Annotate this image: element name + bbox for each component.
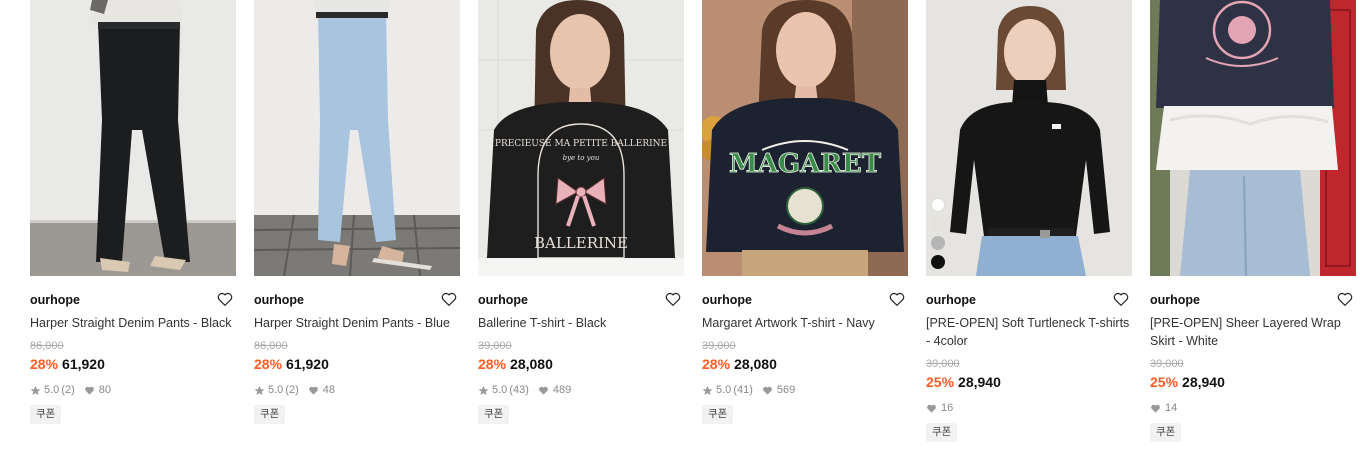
- heart-filled-icon: [1151, 404, 1160, 413]
- swatch-gray[interactable]: [931, 236, 945, 250]
- product-image[interactable]: MAGARET: [702, 0, 908, 276]
- coupon-badge: 쿠폰: [702, 405, 734, 424]
- review-count: (43): [509, 384, 529, 396]
- sale-price: 28,080: [510, 356, 553, 372]
- heart-outline-icon[interactable]: [664, 290, 682, 308]
- product-name[interactable]: Ballerine T-shirt - Black: [478, 314, 684, 332]
- discount-rate: 25%: [1150, 374, 1179, 390]
- sale-price: 28,940: [1182, 374, 1225, 390]
- product-image[interactable]: [30, 0, 236, 276]
- star-icon: [30, 385, 41, 395]
- heart-outline-icon[interactable]: [440, 290, 458, 308]
- original-price: 39,000: [1150, 358, 1184, 370]
- discount-rate: 28%: [702, 356, 731, 372]
- product-stats: 5.0 (2) 80: [30, 383, 236, 397]
- rating: 5.0: [268, 384, 284, 396]
- discount-rate: 28%: [30, 356, 59, 372]
- star-icon: [478, 385, 489, 395]
- coupon-badge: 쿠폰: [30, 405, 62, 424]
- product-name[interactable]: Harper Straight Denim Pants - Black: [30, 314, 236, 332]
- product-card[interactable]: PRECIEUSE MA PETITE BALLERINE bye to you…: [478, 0, 684, 424]
- product-image[interactable]: [254, 0, 460, 276]
- product-card[interactable]: ourhope [PRE-OPEN] Soft Turtleneck T-shi…: [926, 0, 1132, 442]
- brand-name[interactable]: ourhope: [254, 293, 304, 307]
- product-image[interactable]: PRECIEUSE MA PETITE BALLERINE bye to you…: [478, 0, 684, 276]
- like-count: 16: [941, 402, 954, 414]
- discount-rate: 28%: [254, 356, 283, 372]
- price-row: 28% 28,080: [702, 355, 908, 373]
- product-stats: 14: [1150, 401, 1356, 415]
- product-name[interactable]: Harper Straight Denim Pants - Blue: [254, 314, 460, 332]
- original-price: 39,000: [478, 340, 512, 352]
- product-image[interactable]: [926, 0, 1132, 276]
- original-price: 39,000: [926, 358, 960, 370]
- original-price: 86,000: [254, 340, 288, 352]
- price-row: 25% 28,940: [1150, 373, 1356, 391]
- sale-price: 61,920: [286, 356, 329, 372]
- brand-name[interactable]: ourhope: [478, 293, 528, 307]
- product-name[interactable]: Margaret Artwork T-shirt - Navy: [702, 314, 908, 332]
- sale-price: 28,940: [958, 374, 1001, 390]
- rating: 5.0: [492, 384, 508, 396]
- product-name[interactable]: [PRE-OPEN] Soft Turtleneck T-shirts - 4c…: [926, 314, 1132, 350]
- original-price: 86,000: [30, 340, 64, 352]
- star-icon: [254, 385, 265, 395]
- coupon-badge: 쿠폰: [478, 405, 510, 424]
- heart-filled-icon: [538, 386, 548, 395]
- product-card[interactable]: ourhope Harper Straight Denim Pants - Bl…: [254, 0, 460, 424]
- swatch-black[interactable]: [931, 255, 945, 269]
- heart-outline-icon[interactable]: [888, 290, 906, 308]
- price-row: 28% 61,920: [30, 355, 236, 373]
- coupon-badge: 쿠폰: [1150, 423, 1182, 442]
- brand-name[interactable]: ourhope: [1150, 293, 1200, 307]
- product-stats: 5.0 (41) 569: [702, 383, 908, 397]
- product-card[interactable]: ourhope [PRE-OPEN] Sheer Layered Wrap Sk…: [1150, 0, 1356, 442]
- review-count: (2): [61, 384, 75, 396]
- heart-filled-icon: [762, 386, 772, 395]
- coupon-badge: 쿠폰: [926, 423, 958, 442]
- like-count: 48: [322, 384, 335, 396]
- product-name[interactable]: [PRE-OPEN] Sheer Layered Wrap Skirt - Wh…: [1150, 314, 1356, 350]
- print-bottom-text: BALLERINE: [534, 234, 628, 252]
- sale-price: 61,920: [62, 356, 105, 372]
- heart-outline-icon[interactable]: [1112, 290, 1130, 308]
- product-stats: 16: [926, 401, 1132, 415]
- discount-rate: 25%: [926, 374, 955, 390]
- price-row: 25% 28,940: [926, 373, 1132, 391]
- review-count: (41): [733, 384, 753, 396]
- heart-filled-icon: [927, 404, 936, 413]
- price-row: 28% 28,080: [478, 355, 684, 373]
- product-card[interactable]: MAGARET ourhope Margaret Artwork T-shirt…: [702, 0, 908, 424]
- print-top-text: PRECIEUSE MA PETITE BALLERINE: [495, 139, 667, 149]
- swatch-white[interactable]: [931, 198, 945, 212]
- product-image[interactable]: [1150, 0, 1356, 276]
- print-script-text: bye to you: [563, 154, 600, 162]
- like-count: 14: [1165, 402, 1178, 414]
- swatch-ivory[interactable]: [931, 217, 945, 231]
- print-text: MAGARET: [729, 149, 882, 179]
- like-count: 569: [776, 384, 796, 396]
- product-stats: 5.0 (2) 48: [254, 383, 460, 397]
- review-count: (2): [285, 384, 299, 396]
- product-stats: 5.0 (43) 489: [478, 383, 684, 397]
- heart-filled-icon: [308, 386, 318, 395]
- brand-name[interactable]: ourhope: [702, 293, 752, 307]
- original-price: 39,000: [702, 340, 736, 352]
- like-count: 489: [552, 384, 572, 396]
- rating: 5.0: [44, 384, 60, 396]
- sale-price: 28,080: [734, 356, 777, 372]
- rating: 5.0: [716, 384, 732, 396]
- heart-outline-icon[interactable]: [216, 290, 234, 308]
- coupon-badge: 쿠폰: [254, 405, 286, 424]
- star-icon: [702, 385, 713, 395]
- discount-rate: 28%: [478, 356, 507, 372]
- price-row: 28% 61,920: [254, 355, 460, 373]
- brand-name[interactable]: ourhope: [30, 293, 80, 307]
- product-card[interactable]: ourhope Harper Straight Denim Pants - Bl…: [30, 0, 236, 424]
- heart-filled-icon: [84, 386, 94, 395]
- like-count: 80: [98, 384, 111, 396]
- color-swatches: [931, 198, 945, 274]
- brand-name[interactable]: ourhope: [926, 293, 976, 307]
- heart-outline-icon[interactable]: [1336, 290, 1354, 308]
